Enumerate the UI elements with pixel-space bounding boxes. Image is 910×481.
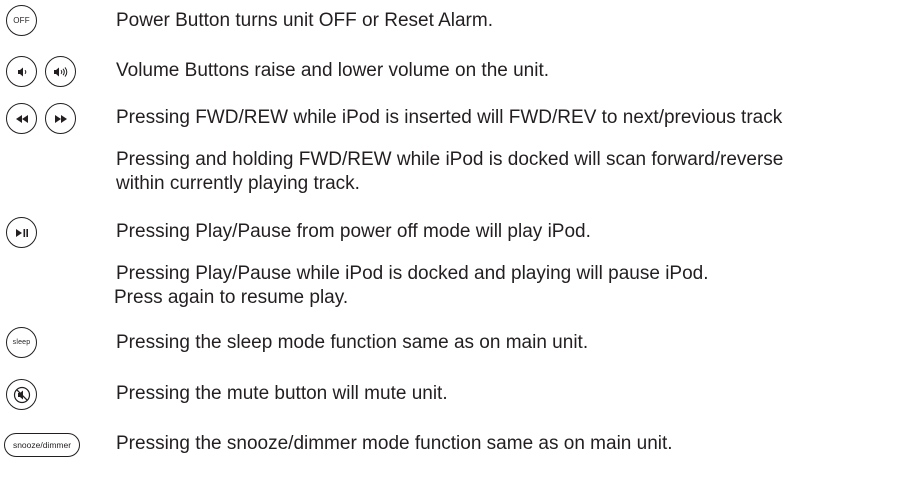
description-line: Pressing and holding FWD/REW while iPod … bbox=[116, 149, 784, 170]
power-button-description: Power Button turns unit OFF or Reset Ala… bbox=[116, 9, 493, 33]
sleep-description: Pressing the sleep mode function same as… bbox=[116, 331, 588, 355]
description-line: Press again to resume play. bbox=[114, 287, 349, 308]
description-line: Pressing FWD/REW while iPod is inserted … bbox=[116, 107, 783, 128]
volume-down-button-icon bbox=[6, 56, 37, 87]
description-line: Pressing Play/Pause from power off mode … bbox=[116, 221, 591, 242]
play-pause-button-icon bbox=[6, 217, 37, 248]
volume-up-button-icon bbox=[45, 56, 76, 87]
play-pause-docked-description: Pressing Play/Pause while iPod is docked… bbox=[114, 262, 709, 310]
power-off-button-icon: OFF bbox=[6, 5, 37, 36]
description-line: within currently playing track. bbox=[116, 173, 360, 194]
rewind-button-icon bbox=[6, 103, 37, 134]
fwd-rew-hold-description: Pressing and holding FWD/REW while iPod … bbox=[116, 148, 783, 196]
description-line: Pressing the snooze/dimmer mode function… bbox=[116, 433, 673, 454]
snooze-dimmer-description: Pressing the snooze/dimmer mode function… bbox=[116, 432, 673, 456]
mute-description: Pressing the mute button will mute unit. bbox=[116, 382, 448, 406]
fwd-rew-description: Pressing FWD/REW while iPod is inserted … bbox=[116, 106, 782, 130]
play-pause-description: Pressing Play/Pause from power off mode … bbox=[116, 220, 591, 244]
description-line: Pressing the sleep mode function same as… bbox=[116, 332, 589, 353]
description-line: Power Button turns unit OFF or Reset Ala… bbox=[116, 10, 493, 31]
volume-buttons-description: Volume Buttons raise and lower volume on… bbox=[116, 59, 549, 83]
description-line: Pressing Play/Pause while iPod is docked… bbox=[116, 263, 709, 284]
description-line: Pressing the mute button will mute unit. bbox=[116, 383, 448, 404]
snooze-dimmer-button-icon: snooze/dimmer bbox=[4, 433, 80, 457]
mute-button-icon bbox=[6, 379, 37, 410]
fast-forward-button-icon bbox=[45, 103, 76, 134]
description-line: Volume Buttons raise and lower volume on… bbox=[116, 60, 550, 81]
sleep-button-icon: sleep bbox=[6, 327, 37, 358]
